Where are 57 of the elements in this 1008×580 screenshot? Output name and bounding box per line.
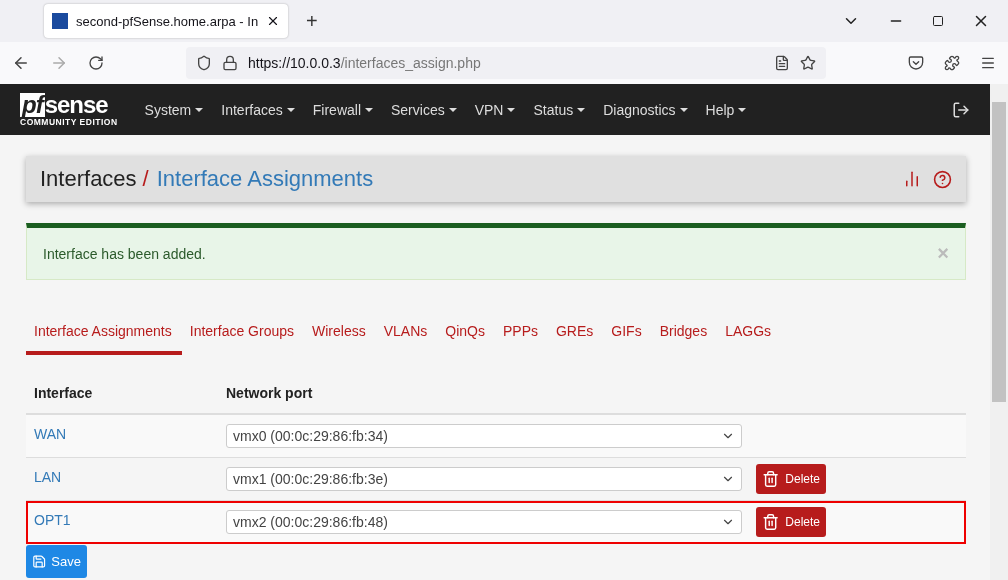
tab[interactable]: Bridges	[651, 313, 718, 355]
logo-subtitle: COMMUNITY EDITION	[20, 116, 118, 127]
logout-icon[interactable]	[952, 100, 970, 119]
breadcrumb-separator: /	[142, 166, 149, 192]
browser-tab[interactable]: second-pfSense.home.arpa - In	[44, 4, 288, 38]
nav-menu-item[interactable]: Diagnostics	[594, 101, 697, 118]
tab[interactable]: Interface Groups	[181, 313, 305, 355]
tab[interactable]: Wireless	[304, 313, 376, 355]
tab[interactable]: Interface Assignments	[26, 313, 182, 355]
column-header: Interface	[34, 385, 94, 401]
port-select[interactable]: vmx0 (00:0c:29:86:fb:34)	[226, 424, 742, 448]
tab[interactable]: GREs	[548, 313, 604, 355]
site-favicon-icon	[52, 13, 68, 29]
menu-icon[interactable]	[980, 55, 996, 71]
tab[interactable]: VLANs	[375, 313, 438, 355]
save-button[interactable]: Save	[26, 545, 87, 578]
lock-icon[interactable]	[222, 55, 238, 71]
nav-menu-item[interactable]: Status	[524, 101, 595, 118]
address-field[interactable]: https://10.0.0.3/interfaces_assign.php	[186, 47, 826, 79]
breadcrumb-current[interactable]: Interface Assignments	[156, 166, 374, 192]
maximize-icon[interactable]	[932, 15, 944, 27]
new-tab-button[interactable]: +	[298, 9, 326, 33]
delete-button[interactable]: Delete	[756, 507, 826, 537]
nav-menu-item[interactable]: Firewall	[303, 101, 382, 118]
help-icon[interactable]	[933, 169, 952, 189]
column-header: Network port	[226, 385, 314, 401]
trash-icon	[762, 470, 780, 488]
save-icon	[32, 553, 47, 570]
delete-button[interactable]: Delete	[756, 464, 826, 494]
nav-menu-item[interactable]: Help	[696, 101, 756, 118]
tab[interactable]: LAGGs	[717, 313, 782, 355]
interface-link[interactable]: LAN	[34, 458, 226, 485]
pocket-icon[interactable]	[908, 55, 924, 71]
interface-link[interactable]: WAN	[34, 415, 226, 442]
breadcrumb-parent: Interfaces	[40, 166, 137, 192]
port-select[interactable]: vmx2 (00:0c:29:86:fb:48)	[226, 510, 742, 534]
chart-icon[interactable]	[903, 169, 921, 188]
tab[interactable]: GIFs	[603, 313, 652, 355]
tab[interactable]: PPPs	[494, 313, 548, 355]
reload-icon[interactable]	[88, 55, 104, 71]
port-select[interactable]: vmx1 (00:0c:29:86:fb:3e)	[226, 467, 742, 491]
scrollbar[interactable]	[990, 84, 1008, 580]
close-icon[interactable]	[266, 14, 280, 28]
puzzle-icon[interactable]	[944, 55, 960, 71]
back-icon[interactable]	[12, 54, 30, 72]
nav-menu-item[interactable]: System	[135, 101, 213, 118]
nav-menu-item[interactable]: Interfaces	[212, 101, 304, 118]
interface-link[interactable]: OPT1	[34, 501, 226, 528]
nav-menu-item[interactable]: VPN	[465, 101, 525, 118]
alert-message: Interface has been added.	[43, 245, 206, 262]
nav-menu-item[interactable]: Services	[382, 101, 466, 118]
reader-view-icon[interactable]	[774, 55, 790, 71]
star-icon[interactable]	[800, 55, 816, 71]
logo-mark[interactable]: pf	[20, 92, 45, 117]
shield-icon[interactable]	[196, 55, 212, 71]
tab[interactable]: QinQs	[437, 313, 495, 355]
trash-icon	[762, 513, 780, 531]
